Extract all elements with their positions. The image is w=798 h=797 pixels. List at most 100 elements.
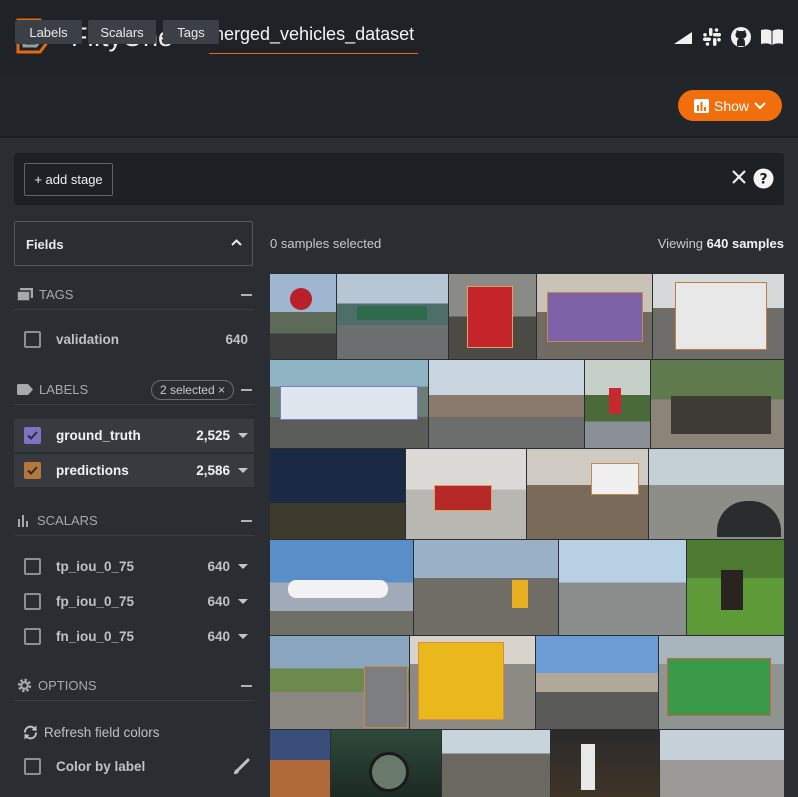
label-count: 2,586 [196,463,230,478]
sample-thumbnail[interactable] [270,540,413,635]
add-stage-button[interactable]: + add stage [24,163,113,196]
selected-pill[interactable]: 2 selected × [150,380,234,400]
sample-thumbnail[interactable] [442,730,550,797]
tag-count: 640 [225,332,248,347]
scalar-row[interactable]: tp_iou_0_75 640 [14,550,254,583]
sample-thumbnail[interactable] [270,449,405,539]
docs-icon[interactable] [760,28,784,46]
label-row-ground-truth[interactable]: ground_truth 2,525 [14,419,254,452]
sample-thumbnail[interactable] [687,540,784,635]
color-by-label-row[interactable]: Color by label [14,750,254,783]
checkbox[interactable] [24,628,41,645]
sample-thumbnail[interactable] [270,274,336,359]
checkbox-checked[interactable] [24,462,41,479]
dataset-selector[interactable]: merged_vehicles_dataset [209,24,418,54]
scalar-count: 640 [207,594,230,609]
sample-thumbnail[interactable] [270,360,428,448]
tags-title: TAGS [39,287,74,302]
label-row-predictions[interactable]: predictions 2,586 [14,454,254,487]
viewing-count-text: Viewing 640 samples [658,236,784,251]
label-icon [17,384,33,395]
scalar-row[interactable]: fn_iou_0_75 640 [14,620,254,653]
sample-thumbnail[interactable] [270,730,330,797]
bar-chart-icon [693,98,709,113]
chevron-down-icon [754,101,766,109]
sample-thumbnail[interactable] [585,360,650,448]
scalar-name: tp_iou_0_75 [56,559,135,574]
refresh-icon [24,725,37,740]
scalar-name: fp_iou_0_75 [56,594,135,609]
scalar-count: 640 [207,559,230,574]
caret-down-icon[interactable] [238,468,248,473]
scalars-section-header[interactable]: SCALARS [14,506,254,536]
checkbox[interactable] [24,758,41,775]
check-icon [27,431,38,440]
collapse-icon[interactable] [241,520,252,522]
sample-thumbnail[interactable] [559,540,686,635]
refresh-colors-button[interactable]: Refresh field colors [14,716,254,749]
github-icon[interactable] [730,26,752,48]
collapse-icon[interactable] [241,389,252,391]
svg-text:?: ? [759,172,767,188]
sample-thumbnail[interactable] [660,730,784,797]
signal-icon [674,32,692,44]
caret-down-icon[interactable] [238,564,248,569]
sample-thumbnail[interactable] [527,449,648,539]
color-by-label: Color by label [56,759,146,774]
brush-icon[interactable] [232,758,250,776]
help-icon[interactable]: ? [753,168,774,189]
sample-thumbnail[interactable] [649,449,784,539]
tab-tags[interactable]: Tags [163,20,219,44]
scalar-count: 640 [207,629,230,644]
tab-labels[interactable]: Labels [15,20,82,44]
fields-dropdown[interactable]: Fields [14,221,253,266]
sidebar: Fields TAGS validation 640 LABELS 2 sele… [14,221,254,775]
tab-scalars[interactable]: Scalars [88,20,156,44]
sample-thumbnail[interactable] [337,274,448,359]
fields-label: Fields [26,237,64,252]
sample-thumbnail[interactable] [536,636,658,729]
show-button[interactable]: Show [678,90,782,121]
caret-down-icon[interactable] [238,599,248,604]
sample-thumbnail[interactable] [414,540,558,635]
scalar-name: fn_iou_0_75 [56,629,135,644]
scalars-title: SCALARS [37,513,98,528]
label-name: ground_truth [56,428,141,443]
bar-chart-icon [18,514,28,527]
header-icon-group [672,26,784,48]
sample-thumbnail[interactable] [331,730,441,797]
checkbox[interactable] [24,593,41,610]
sample-thumbnail[interactable] [659,636,784,729]
sample-thumbnail[interactable] [651,360,784,448]
options-section-header[interactable]: OPTIONS [14,671,254,701]
show-button-label: Show [713,97,750,114]
sample-thumbnail[interactable] [429,360,584,448]
sample-thumbnail[interactable] [537,274,652,359]
checkbox[interactable] [24,331,41,348]
labels-title: LABELS [39,382,89,397]
scalar-row[interactable]: fp_iou_0_75 640 [14,585,254,618]
close-icon[interactable] [730,168,748,186]
chevron-up-icon [231,239,242,246]
sample-thumbnail[interactable] [551,730,659,797]
label-count: 2,525 [196,428,230,443]
labels-section-header[interactable]: LABELS 2 selected × [14,375,254,405]
sample-thumbnail[interactable] [406,449,526,539]
tags-icon [17,288,33,301]
tag-row-validation[interactable]: validation 640 [14,323,254,356]
sample-thumbnail[interactable] [653,274,784,359]
sample-thumbnail[interactable] [270,636,409,729]
label-name: predictions [56,463,129,478]
caret-down-icon[interactable] [238,634,248,639]
sample-thumbnail[interactable] [449,274,536,359]
checkbox[interactable] [24,558,41,575]
sample-thumbnail[interactable] [410,636,535,729]
tag-label: validation [56,332,120,347]
caret-down-icon[interactable] [238,433,248,438]
slack-icon[interactable] [702,27,722,47]
collapse-icon[interactable] [241,685,252,687]
gear-icon [17,678,32,693]
collapse-icon[interactable] [241,294,252,296]
checkbox-checked[interactable] [24,427,41,444]
tags-section-header[interactable]: TAGS [14,280,254,310]
